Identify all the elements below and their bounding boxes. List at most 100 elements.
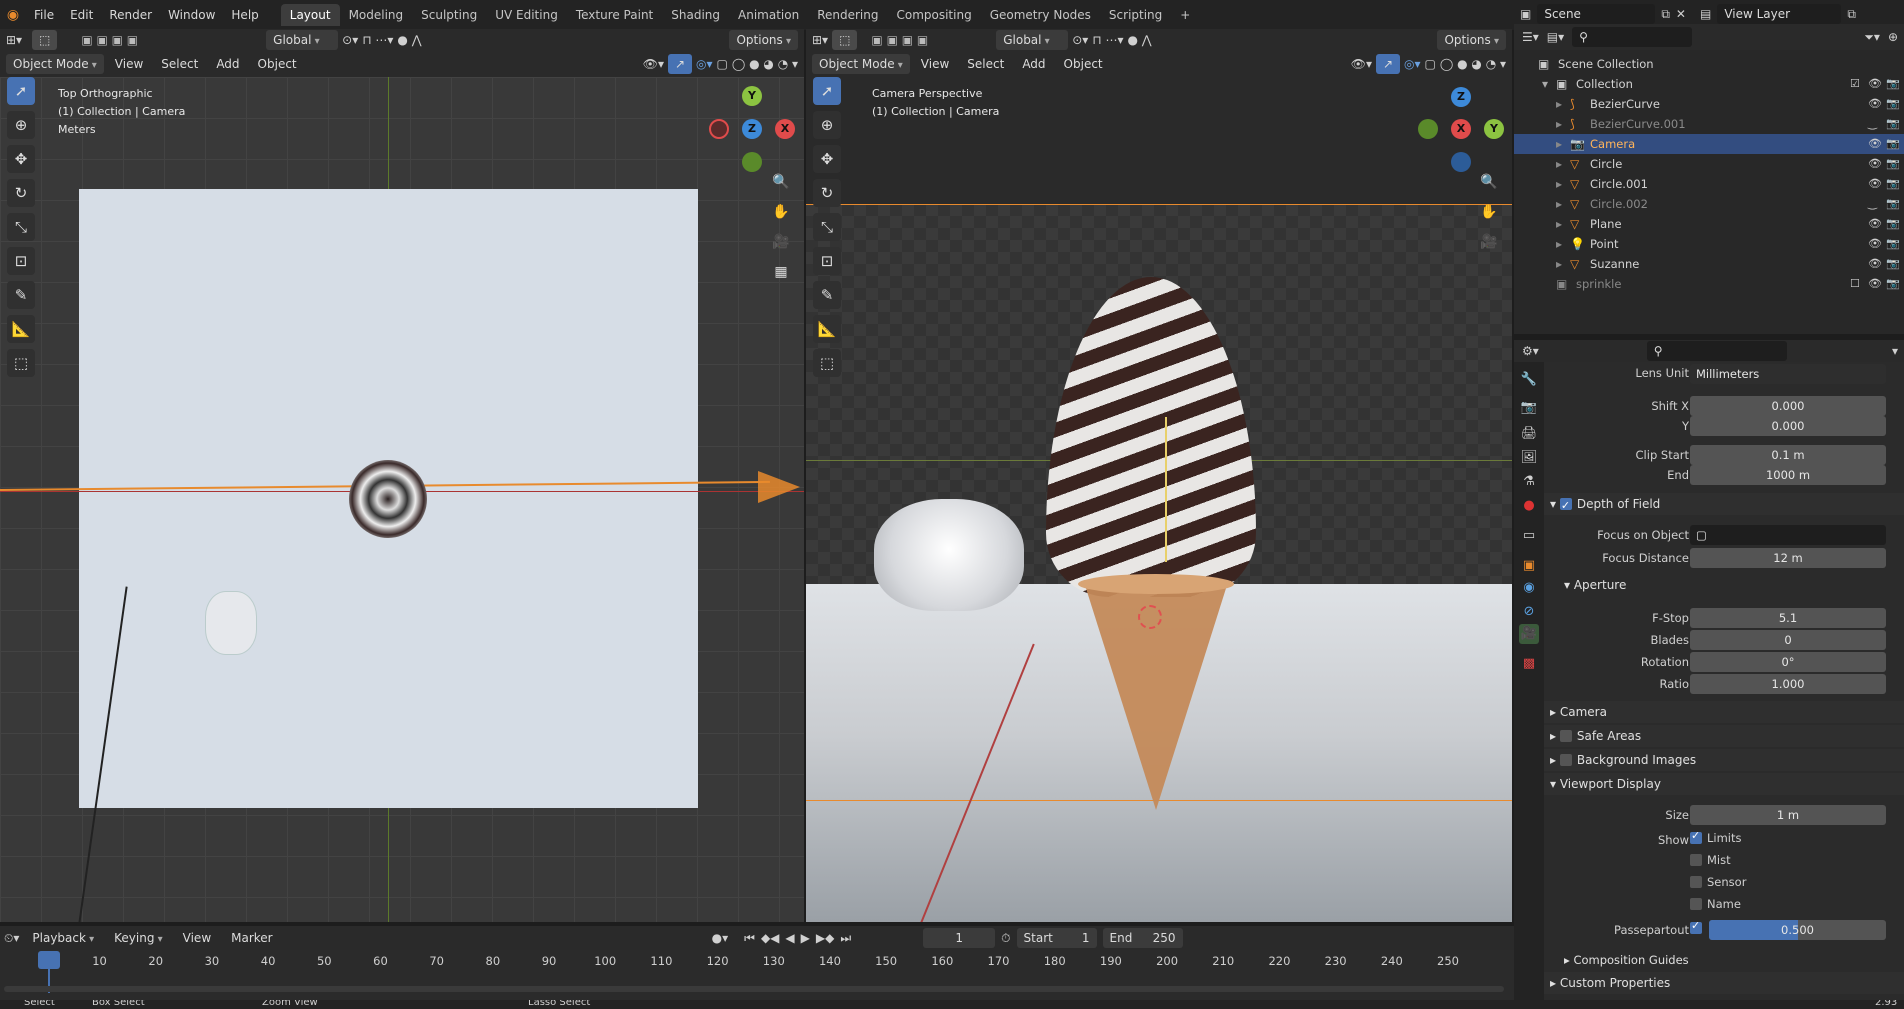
tab-scripting[interactable]: Scripting xyxy=(1100,4,1171,26)
menu-add[interactable]: Add xyxy=(209,54,246,74)
shading-modes-icon[interactable]: ◯ ● ◕ ◔ ▾ xyxy=(1440,57,1506,71)
tab-animation[interactable]: Animation xyxy=(729,4,808,26)
display-size-field[interactable]: 1 m xyxy=(1690,805,1886,825)
cursor-tool-icon[interactable]: ⊕ xyxy=(813,111,841,139)
outliner-collection[interactable]: ▾ ▣ Collection ☑ 👁 📷 xyxy=(1514,74,1904,94)
menu-select[interactable]: Select xyxy=(960,54,1011,74)
visibility-icon[interactable]: 👁▾ xyxy=(643,57,664,71)
camera-object-icon[interactable] xyxy=(758,471,800,503)
add-cube-tool-icon[interactable]: ⬚ xyxy=(813,349,841,377)
gizmo-x-axis-icon[interactable]: X xyxy=(1451,119,1471,139)
render-camera-icon[interactable]: 📷 xyxy=(1886,74,1900,94)
menu-help[interactable]: Help xyxy=(223,4,266,26)
properties-search-input[interactable]: ⚲ xyxy=(1646,341,1787,361)
background-images-section-header[interactable]: ▸ Background Images xyxy=(1544,749,1904,771)
aperture-subpanel[interactable]: ▾ Aperture xyxy=(1564,578,1626,592)
camera-section-header[interactable]: ▸ Camera xyxy=(1544,701,1904,723)
camera-data-tab-icon[interactable]: 🎥 xyxy=(1519,624,1539,644)
mist-checkbox[interactable]: Mist xyxy=(1690,853,1731,867)
options-dropdown[interactable]: Options xyxy=(729,30,798,50)
new-collection-icon[interactable]: ⊕ xyxy=(1888,30,1898,44)
cursor-tool-icon[interactable]: ⊕ xyxy=(7,111,35,139)
display-mode-icon[interactable]: ▤▾ xyxy=(1547,30,1564,44)
outliner-item-circle[interactable]: ▸ ▽ Circle 👁 📷 xyxy=(1514,154,1904,174)
name-checkbox[interactable]: Name xyxy=(1690,897,1741,911)
render-tab-icon[interactable]: 📷 xyxy=(1519,398,1539,418)
render-camera-icon[interactable]: 📷 xyxy=(1886,154,1900,174)
filter-icon[interactable]: ⏷▾ xyxy=(1864,30,1880,45)
rotation-field[interactable]: 0° xyxy=(1690,652,1886,672)
constraints-tab-icon[interactable]: ⊘ xyxy=(1519,602,1539,622)
composition-guides-subpanel[interactable]: ▸ Composition Guides xyxy=(1564,953,1689,967)
right-viewport[interactable]: Camera Perspective (1) Collection | Came… xyxy=(806,77,1512,922)
expand-arrow-icon[interactable]: ▸ xyxy=(1556,234,1562,254)
render-camera-icon[interactable]: 📷 xyxy=(1886,134,1900,154)
move-tool-icon[interactable]: ✥ xyxy=(7,145,35,173)
remove-scene-icon[interactable]: ✕ xyxy=(1676,7,1686,21)
mode-selector[interactable]: Object Mode xyxy=(6,54,104,74)
shift-x-field[interactable]: 0.000 xyxy=(1690,396,1886,416)
tab-sculpting[interactable]: Sculpting xyxy=(412,4,486,26)
frame-ruler[interactable]: 1102030405060708090100110120130140150160… xyxy=(0,926,1514,976)
options-chevron-icon[interactable]: ▾ xyxy=(1892,344,1898,358)
menu-object[interactable]: Object xyxy=(1057,54,1110,74)
render-camera-icon[interactable]: 📷 xyxy=(1886,174,1900,194)
camera-view-icon[interactable]: 🎥 xyxy=(769,230,793,254)
custom-properties-section-header[interactable]: ▸ Custom Properties xyxy=(1544,972,1904,994)
menu-select[interactable]: Select xyxy=(154,54,205,74)
scale-tool-icon[interactable]: ⤡ xyxy=(7,213,35,241)
render-camera-icon[interactable]: 📷 xyxy=(1886,254,1900,274)
tab-layout[interactable]: Layout xyxy=(280,4,340,26)
tab-modeling[interactable]: Modeling xyxy=(340,4,413,26)
menu-edit[interactable]: Edit xyxy=(62,4,101,26)
render-camera-icon[interactable]: 📷 xyxy=(1886,214,1900,234)
expand-arrow-icon[interactable]: ▸ xyxy=(1556,114,1562,134)
render-camera-icon[interactable]: 📷 xyxy=(1886,234,1900,254)
annotate-tool-icon[interactable]: ✎ xyxy=(813,281,841,309)
collection-tab-icon[interactable]: ▭ xyxy=(1519,526,1539,546)
passepartout-checkbox[interactable] xyxy=(1690,919,1707,935)
options-dropdown[interactable]: Options xyxy=(1437,30,1506,50)
selection-mode-icons[interactable]: ▣ ▣ ▣ ▣ xyxy=(81,33,138,47)
menu-view[interactable]: View xyxy=(108,54,150,74)
select-tool-icon[interactable]: ⬚ xyxy=(32,30,58,50)
perspective-grid-icon[interactable]: ▦ xyxy=(769,260,793,284)
overlay-icon[interactable]: ◎▾ xyxy=(1404,57,1421,71)
dof-checkbox[interactable] xyxy=(1559,495,1572,517)
timeline-scrollbar[interactable] xyxy=(4,986,1504,992)
tab-geometry-nodes[interactable]: Geometry Nodes xyxy=(981,4,1100,26)
suzanne-top-view[interactable] xyxy=(205,591,257,655)
measure-tool-icon[interactable]: 📐 xyxy=(813,315,841,343)
shading-modes-icon[interactable]: ◯ ● ◕ ◔ ▾ xyxy=(732,57,798,71)
scene-selector[interactable]: Scene xyxy=(1537,4,1656,24)
outliner-item-beziercurve-001[interactable]: ▸ ⟆ BezierCurve.001 ‿ 📷 xyxy=(1514,114,1904,134)
rotate-tool-icon[interactable]: ↻ xyxy=(7,179,35,207)
tab-rendering[interactable]: Rendering xyxy=(808,4,887,26)
scene-tab-icon[interactable]: ⚗ xyxy=(1519,472,1539,492)
pan-hand-icon[interactable]: ✋ xyxy=(769,200,793,224)
copy-scene-icon[interactable]: ⧉ xyxy=(1661,7,1670,22)
xray-icon[interactable]: ▢ xyxy=(1425,57,1436,71)
copy-view-layer-icon[interactable]: ⧉ xyxy=(1847,7,1856,22)
outliner-item-sprinkle[interactable]: ▣ sprinkle ☐ 👁 📷 xyxy=(1514,274,1904,294)
select-box-tool-icon[interactable]: ➚ xyxy=(813,77,841,105)
exclude-checkbox[interactable]: ☐ xyxy=(1850,274,1860,294)
visibility-icon[interactable]: 👁▾ xyxy=(1351,57,1372,71)
pan-hand-icon[interactable]: ✋ xyxy=(1477,200,1501,224)
transform-tool-icon[interactable]: ⊡ xyxy=(7,247,35,275)
menu-add[interactable]: Add xyxy=(1015,54,1052,74)
visibility-eye-icon[interactable]: 👁 xyxy=(1868,94,1882,114)
focus-object-field[interactable]: ▢ xyxy=(1690,525,1886,545)
sensor-checkbox[interactable]: Sensor xyxy=(1690,875,1746,889)
selection-mode-icons[interactable]: ▣ ▣ ▣ ▣ xyxy=(871,33,928,47)
left-viewport[interactable]: Top Orthographic (1) Collection | Camera… xyxy=(0,77,804,922)
viewport-display-section-header[interactable]: ▾ Viewport Display xyxy=(1544,773,1904,795)
gizmo-neg-z-icon[interactable] xyxy=(1451,152,1471,172)
gizmo-x-axis-icon[interactable]: X xyxy=(775,119,795,139)
view-layer-tab-icon[interactable]: 🖼 xyxy=(1519,448,1539,468)
outliner-item-suzanne[interactable]: ▸ ▽ Suzanne 👁 📷 xyxy=(1514,254,1904,274)
clip-start-field[interactable]: 0.1 m xyxy=(1690,445,1886,465)
expand-arrow-icon[interactable]: ▸ xyxy=(1556,174,1562,194)
visibility-eye-icon[interactable]: ‿ xyxy=(1868,194,1877,214)
dof-section-header[interactable]: ▾ Depth of Field xyxy=(1544,493,1904,517)
